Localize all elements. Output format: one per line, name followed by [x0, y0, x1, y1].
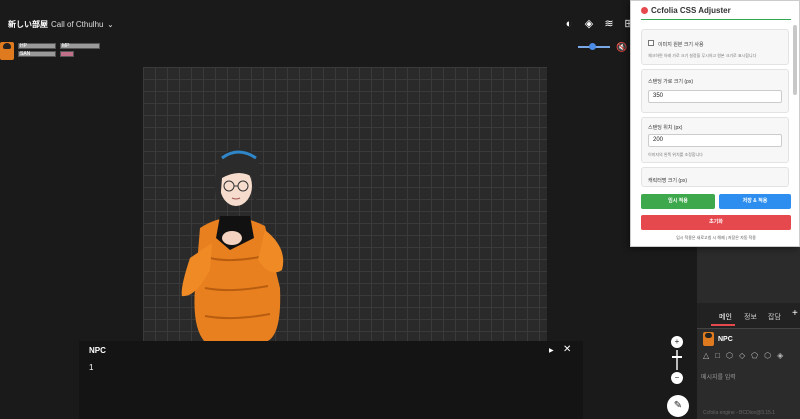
room-name: 新しい部屋 [8, 20, 48, 29]
chevron-down-icon[interactable]: ⌄ [107, 22, 113, 29]
char-name-size-card: 캐릭터명 크기 (px) [641, 167, 789, 187]
room-title[interactable]: 新しい部屋 Call of Cthulhu ⌄ [8, 19, 113, 30]
avatar [703, 332, 714, 346]
zoom-out-button[interactable]: − [671, 372, 683, 384]
room-system: Call of Cthulhu [51, 20, 104, 29]
position-label: 스탠딩 위치 (px) [648, 125, 683, 131]
reset-button[interactable]: 초기화 [641, 215, 791, 230]
dice-icon[interactable]: ◇ [739, 351, 745, 360]
engine-version: Ccfolia engine - BCDice@3.15.1 [703, 410, 776, 416]
dice-icon[interactable]: ⬡ [726, 351, 733, 360]
mute-icon[interactable]: 🔇 [616, 42, 627, 53]
char-name-size-label: 캐릭터명 크기 (px) [648, 178, 687, 184]
message-input[interactable]: 메시지를 입력 [701, 372, 736, 381]
use-original-label: 이미지 원본 크기 사용 [658, 42, 704, 48]
active-tab-indicator [711, 324, 735, 326]
extra-bar [60, 51, 74, 57]
width-card: 스탠딩 가로 크기 (px) 350 [641, 69, 789, 113]
volume-slider[interactable] [578, 43, 610, 50]
tab-chat[interactable]: 잡담 [768, 312, 781, 322]
next-icon[interactable]: ▶ [549, 347, 554, 354]
avatar[interactable] [0, 42, 14, 60]
dice-icon[interactable]: ⬠ [751, 351, 758, 360]
layers-icon[interactable]: ◈ [583, 18, 595, 30]
tab-info[interactable]: 정보 [744, 312, 757, 322]
standing-character-image[interactable] [170, 138, 290, 342]
zoom-in-button[interactable]: + [671, 336, 683, 348]
stack-icon[interactable]: ≋ [603, 18, 615, 30]
npc-window-title: NPC [89, 346, 106, 355]
top-toolbar: ◐ ◈ ≋ ⊞ [563, 18, 635, 30]
dice-icon[interactable]: ◈ [777, 351, 783, 360]
chat-character-name[interactable]: NPC [718, 336, 733, 343]
edit-fab-button[interactable]: ✎ [667, 395, 689, 417]
add-tab-icon[interactable]: + [792, 308, 798, 319]
extension-popup: Ccfolia CSS Adjuster 이미지 원본 크기 사용 체크하면 아… [630, 0, 800, 247]
warning-icon[interactable]: △ [703, 351, 709, 360]
width-input[interactable]: 350 [648, 90, 782, 103]
scrollbar[interactable] [793, 25, 797, 95]
position-hint: 이미지의 왼쪽 위치를 조정합니다 [648, 152, 703, 157]
use-original-checkbox[interactable] [648, 40, 654, 46]
palette-icon[interactable]: ◐ [563, 18, 575, 30]
extension-logo-icon [641, 7, 648, 14]
position-input[interactable]: 200 [648, 134, 782, 147]
position-card: 스탠딩 위치 (px) 200 이미지의 왼쪽 위치를 조정합니다 [641, 117, 789, 163]
use-original-hint: 체크하면 아래 가로 크기 설정을 무시하고 원본 크기로 표시합니다 [648, 53, 757, 58]
zoom-knob[interactable] [672, 356, 682, 358]
preview-button[interactable]: 임시 적용 [641, 194, 715, 209]
mp-bar: MP [60, 43, 100, 49]
san-bar: SAN [18, 51, 56, 57]
original-size-card: 이미지 원본 크기 사용 체크하면 아래 가로 크기 설정을 무시하고 원본 크… [641, 29, 789, 65]
width-label: 스탠딩 가로 크기 (px) [648, 79, 693, 85]
popup-note: 임시 적용은 새로고침 시 해제 | 저장은 자동 적용 [676, 235, 756, 240]
tab-main[interactable]: 메인 [719, 312, 732, 322]
divider [641, 19, 791, 20]
popup-title: Ccfolia CSS Adjuster [641, 6, 731, 15]
square-icon[interactable]: □ [715, 351, 720, 360]
dice-toolbar: △ □ ⬡ ◇ ⬠ ⬡ ◈ [703, 351, 783, 360]
hp-bar: HP [18, 43, 56, 49]
dice-icon[interactable]: ⬡ [764, 351, 771, 360]
close-icon[interactable]: ✕ [563, 344, 571, 355]
npc-message-window: NPC 1 ▶ ✕ [79, 341, 583, 419]
zoom-slider[interactable] [676, 350, 678, 370]
save-apply-button[interactable]: 저장 & 적용 [719, 194, 791, 209]
character-status[interactable]: HP MP SAN [0, 42, 110, 62]
volume-knob[interactable] [588, 43, 596, 50]
npc-window-text: 1 [89, 363, 94, 372]
app-root: { "room": { "title": "新しい部屋", "system": … [0, 0, 800, 419]
